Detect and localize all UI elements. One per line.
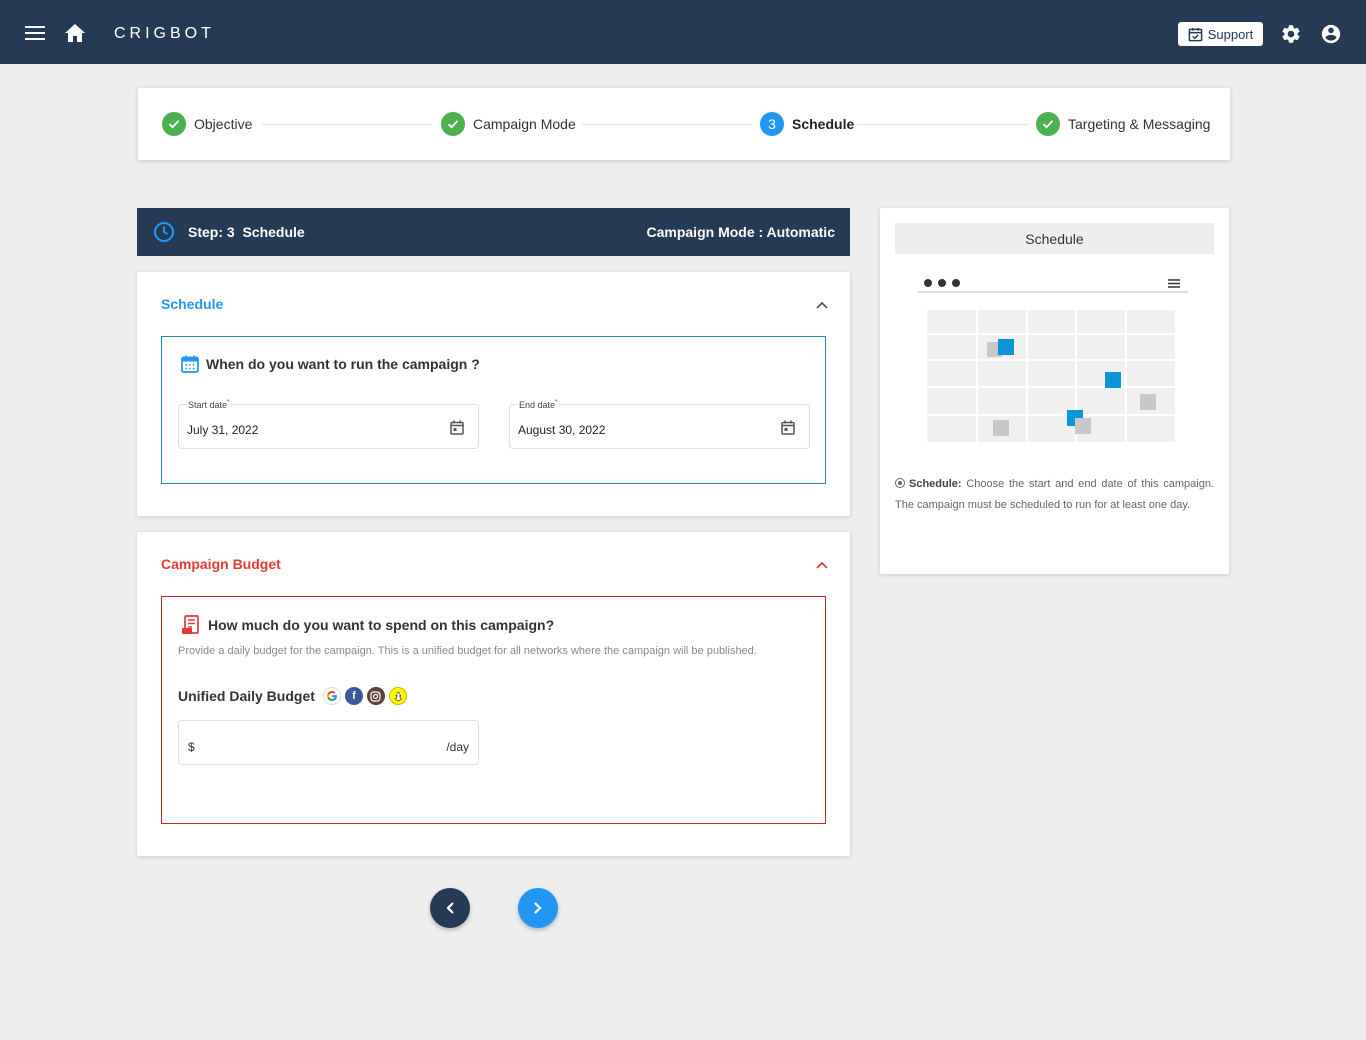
calendar-picker-icon[interactable] xyxy=(781,420,795,440)
unit-suffix: /day xyxy=(446,740,469,754)
budget-card: Campaign Budget How much do you want to … xyxy=(137,532,850,856)
step-number: 3 xyxy=(760,112,784,136)
start-date-field[interactable]: Start date* July 31, 2022 xyxy=(178,399,479,449)
budget-question: How much do you want to spend on this ca… xyxy=(208,617,555,633)
currency-prefix: $ xyxy=(188,740,195,754)
schedule-info-panel: Schedule Schedule: Choose the start and … xyxy=(880,208,1229,574)
check-icon xyxy=(1036,112,1060,136)
google-icon xyxy=(322,687,341,705)
schedule-card-title: Schedule xyxy=(161,296,224,312)
budget-question-row: How much do you want to spend on this ca… xyxy=(180,614,554,636)
step-connector xyxy=(857,124,1027,125)
schedule-card: Schedule When do you want to run the cam… xyxy=(137,272,850,516)
chevron-left-icon xyxy=(446,902,454,914)
budget-box: How much do you want to spend on this ca… xyxy=(161,596,826,824)
menu-icon[interactable] xyxy=(25,26,45,40)
step-title: Step: 3 Schedule xyxy=(188,224,305,240)
step-connector xyxy=(582,124,752,125)
account-icon[interactable] xyxy=(1320,23,1342,50)
receipt-icon xyxy=(182,615,199,634)
check-icon xyxy=(441,112,465,136)
radio-icon xyxy=(895,478,905,488)
top-bar: CRIGBOT Support xyxy=(0,0,1366,64)
support-label: Support xyxy=(1207,26,1254,42)
budget-label: Unified Daily Budget xyxy=(178,688,315,704)
step-connector xyxy=(262,124,432,125)
budget-card-title: Campaign Budget xyxy=(161,556,281,572)
end-date-value[interactable]: August 30, 2022 xyxy=(518,423,605,437)
step-label: Campaign Mode xyxy=(473,116,576,132)
budget-label-row: Unified Daily Budget f xyxy=(178,687,407,705)
progress-stepper: Objective Campaign Mode 3 Schedule Targe… xyxy=(138,88,1230,160)
next-button[interactable] xyxy=(518,888,558,928)
step-label: Schedule xyxy=(792,116,855,132)
brand-logo[interactable]: CRIGBOT xyxy=(114,25,215,43)
budget-description: Provide a daily budget for the campaign.… xyxy=(178,645,757,657)
info-bold-label: Schedule: xyxy=(909,478,962,490)
step-schedule[interactable]: 3 Schedule xyxy=(760,112,854,136)
schedule-question-row: When do you want to run the campaign ? xyxy=(180,354,480,374)
gear-icon[interactable] xyxy=(1280,23,1302,50)
back-button[interactable] xyxy=(430,888,470,928)
calendar-picker-icon[interactable] xyxy=(450,420,464,440)
info-panel-title: Schedule xyxy=(895,223,1214,254)
schedule-question: When do you want to run the campaign ? xyxy=(206,356,480,372)
daily-budget-input[interactable]: $ /day xyxy=(178,720,479,765)
instagram-icon xyxy=(366,687,385,705)
schedule-box: When do you want to run the campaign ? S… xyxy=(161,336,826,484)
step-targeting-messaging[interactable]: Targeting & Messaging xyxy=(1036,112,1210,136)
snapchat-icon xyxy=(388,687,407,705)
clock-icon xyxy=(153,221,175,248)
check-icon xyxy=(162,112,186,136)
facebook-icon: f xyxy=(344,687,363,705)
start-date-label: Start date* xyxy=(187,399,231,410)
step-objective[interactable]: Objective xyxy=(162,112,252,136)
start-date-value[interactable]: July 31, 2022 xyxy=(187,423,258,437)
end-date-field[interactable]: End date* August 30, 2022 xyxy=(509,399,810,449)
campaign-mode-label: Campaign Mode : Automatic xyxy=(646,224,836,240)
chevron-up-icon[interactable] xyxy=(816,296,828,314)
info-panel-description: Schedule: Choose the start and end date … xyxy=(895,474,1214,515)
calendar-icon xyxy=(181,355,199,373)
calendar-check-icon xyxy=(1188,27,1203,41)
calendar-illustration-icon xyxy=(918,279,1188,442)
home-icon[interactable] xyxy=(64,23,86,48)
support-button[interactable]: Support xyxy=(1178,22,1263,46)
chevron-right-icon xyxy=(534,902,542,914)
end-date-label: End date* xyxy=(518,399,559,410)
chevron-up-icon[interactable] xyxy=(816,556,828,574)
step-campaign-mode[interactable]: Campaign Mode xyxy=(441,112,576,136)
step-label: Objective xyxy=(194,116,253,132)
step-header: Step: 3 Schedule Campaign Mode : Automat… xyxy=(137,208,850,256)
step-label: Targeting & Messaging xyxy=(1068,116,1211,132)
